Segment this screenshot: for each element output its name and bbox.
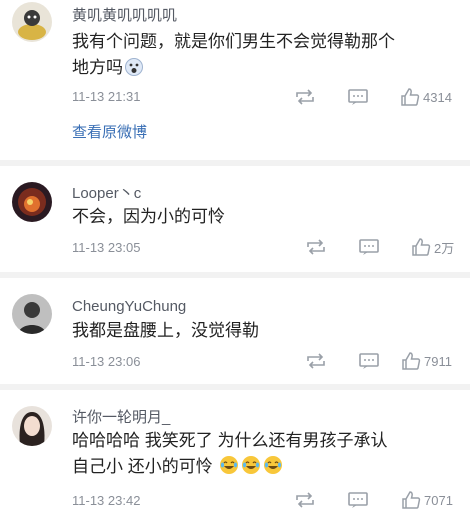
username[interactable]: 黄叽黄叽叽叽叽 [72,7,177,25]
thumbs-up-icon [400,87,420,107]
laughing-tears-emoji [263,455,283,483]
like-count: 7071 [424,492,453,508]
comment-text: 哈哈哈哈 我笑死了 为什么还有男孩子承认 自己小 还小的可怜 [72,428,462,483]
action-bar: 2万 [288,236,468,258]
avatar[interactable] [12,2,52,42]
comment-text: 我都是盘腰上，没觉得勒 [72,321,259,340]
comment-button[interactable] [347,86,369,108]
repost-button[interactable] [294,489,316,511]
comment-icon [347,88,369,106]
avatar[interactable] [12,182,52,222]
comment-icon [358,352,380,370]
like-button[interactable]: 7071 [401,489,453,511]
action-bar: 7911 [288,350,468,372]
comment-card: 许你一轮明月_ 哈哈哈哈 我笑死了 为什么还有男孩子承认 自己小 还小的可怜 1… [0,390,470,521]
thumbs-up-icon [411,237,431,257]
avatar[interactable] [12,406,52,446]
laughing-tears-emoji [241,455,261,483]
comment-icon [347,491,369,509]
like-button[interactable]: 2万 [411,236,454,258]
action-bar: 4314 [288,86,468,108]
username[interactable]: Looper丶c [72,185,141,203]
timestamp: 11-13 23:42 [72,493,141,508]
repost-button[interactable] [294,86,316,108]
comment-button[interactable] [347,489,369,511]
like-button[interactable]: 4314 [400,86,452,108]
thumbs-up-icon [401,490,421,510]
like-count: 7911 [424,353,452,369]
thumbs-up-icon [401,351,421,371]
repost-icon [305,352,327,370]
repost-icon [305,238,327,256]
like-count: 4314 [423,89,452,105]
comment-icon [358,238,380,256]
timestamp: 11-13 23:05 [72,240,141,255]
laughing-tears-emoji [219,455,239,483]
username[interactable]: 许你一轮明月_ [72,409,170,427]
comment-text: 我有个问题，就是你们男生不会觉得勒那个 地方吗 [72,29,462,84]
comment-card: Looper丶c 不会，因为小的可怜 11-13 23:05 2万 [0,166,470,272]
like-button[interactable]: 7911 [401,350,452,372]
action-bar: 7071 [288,489,468,511]
comment-card: CheungYuChung 我都是盘腰上，没觉得勒 11-13 23:06 79… [0,278,470,384]
scared-face-emoji [125,58,143,84]
username[interactable]: CheungYuChung [72,298,186,316]
repost-icon [294,491,316,509]
timestamp: 11-13 23:06 [72,354,141,369]
avatar[interactable] [12,294,52,334]
comment-text: 不会，因为小的可怜 [72,207,225,226]
view-original-weibo-link[interactable]: 查看原微博 [72,124,147,142]
comment-button[interactable] [358,350,380,372]
comment-card: 黄叽黄叽叽叽叽 我有个问题，就是你们男生不会觉得勒那个 地方吗 11-13 21… [0,0,470,160]
comment-button[interactable] [358,236,380,258]
repost-icon [294,88,316,106]
repost-button[interactable] [305,236,327,258]
repost-button[interactable] [305,350,327,372]
like-count: 2万 [434,240,455,256]
timestamp: 11-13 21:31 [72,89,141,104]
